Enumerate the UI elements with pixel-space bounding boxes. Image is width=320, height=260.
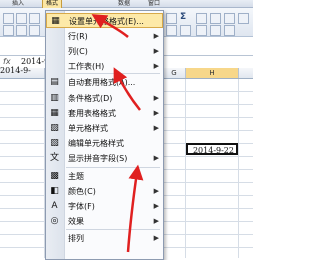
annotation-arrow [91, 14, 129, 38]
annotation-arrow [126, 164, 144, 253]
annotation-arrow [113, 67, 141, 111]
annotation-arrows [91, 14, 144, 253]
